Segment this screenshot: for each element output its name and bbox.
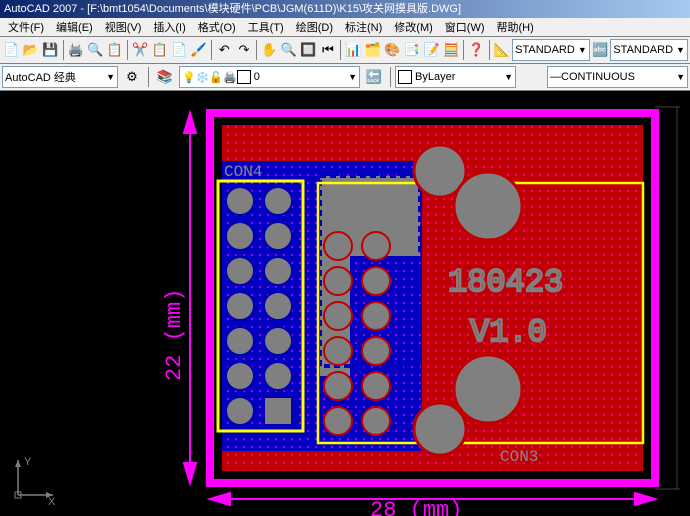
- ucs-icon: Y X: [8, 455, 58, 508]
- layer-combo[interactable]: 💡❄️🔓🖨️0 ▼: [179, 66, 360, 88]
- zoom-window-icon[interactable]: 🔲: [299, 38, 318, 62]
- linetype-combo[interactable]: — CONTINUOUS▼: [547, 66, 688, 88]
- chevron-down-icon: ▼: [578, 45, 587, 55]
- menu-format[interactable]: 格式(O): [192, 17, 242, 37]
- preview-icon[interactable]: 🔍: [86, 38, 105, 62]
- print-icon[interactable]: 🖨️: [66, 38, 85, 62]
- con3-label: CON3: [500, 448, 538, 466]
- chevron-down-icon: ▼: [676, 72, 685, 82]
- dimstyle-icon[interactable]: 📐: [493, 38, 512, 62]
- chevron-down-icon: ▼: [504, 72, 513, 82]
- save-icon[interactable]: 💾: [41, 38, 60, 62]
- menu-window[interactable]: 窗口(W): [439, 17, 491, 37]
- separator: [489, 40, 490, 60]
- menu-help[interactable]: 帮助(H): [491, 17, 540, 37]
- separator: [148, 67, 149, 87]
- copy-icon[interactable]: 📋: [151, 38, 170, 62]
- toolbar-layers: AutoCAD 经典▼ ⚙ 📚 💡❄️🔓🖨️0 ▼ 🔙 ByLayer▼ — C…: [0, 64, 690, 91]
- separator: [127, 40, 128, 60]
- menu-file[interactable]: 文件(F): [2, 17, 50, 37]
- design-center-icon[interactable]: 🗂️: [364, 38, 383, 62]
- cut-icon[interactable]: ✂️: [131, 38, 150, 62]
- undo-icon[interactable]: ↶: [215, 38, 234, 62]
- menu-tools[interactable]: 工具(T): [242, 17, 290, 37]
- open-icon[interactable]: 📂: [22, 38, 41, 62]
- text-style-combo[interactable]: STANDARD▼: [610, 39, 688, 61]
- menu-bar: 文件(F) 编辑(E) 视图(V) 插入(I) 格式(O) 工具(T) 绘图(D…: [0, 18, 690, 37]
- menu-dimension[interactable]: 标注(N): [339, 17, 388, 37]
- redo-icon[interactable]: ↷: [235, 38, 254, 62]
- pan-icon[interactable]: ✋: [260, 38, 279, 62]
- chevron-down-icon: ▼: [676, 45, 685, 55]
- color-combo[interactable]: ByLayer▼: [395, 66, 516, 88]
- menu-edit[interactable]: 编辑(E): [50, 17, 99, 37]
- con4-label: CON4: [224, 163, 262, 181]
- separator: [256, 40, 257, 60]
- chevron-down-icon: ▼: [106, 72, 115, 82]
- zoom-icon[interactable]: 🔍: [280, 38, 299, 62]
- dim-height-text: 22 (mm): [162, 289, 187, 381]
- svg-text:Y: Y: [24, 456, 32, 468]
- zoom-prev-icon[interactable]: ⏮: [319, 38, 338, 62]
- pcb-drawing: CON4 CON3 180423 V1.0 22 (mm): [0, 91, 690, 516]
- publish-icon[interactable]: 📋: [106, 38, 125, 62]
- tool-palette-icon[interactable]: 🎨: [383, 38, 402, 62]
- separator: [63, 40, 64, 60]
- sheet-set-icon[interactable]: 📑: [403, 38, 422, 62]
- app-title: AutoCAD 2007 - [F:\bmt1054\Documents\模块硬…: [4, 3, 461, 15]
- chevron-down-icon: ▼: [348, 72, 357, 82]
- menu-modify[interactable]: 修改(M): [388, 17, 439, 37]
- silk-date: 180423: [448, 264, 563, 301]
- workspace-combo[interactable]: AutoCAD 经典▼: [2, 66, 118, 88]
- separator: [390, 67, 391, 87]
- layer-prev-icon[interactable]: 🔙: [362, 65, 386, 89]
- properties-icon[interactable]: 📊: [344, 38, 363, 62]
- toolbar-standard: 📄 📂 💾 🖨️ 🔍 📋 ✂️ 📋 📄 🖌️ ↶ ↷ ✋ 🔍 🔲 ⏮ 📊 🗂️ …: [0, 37, 690, 64]
- paste-icon[interactable]: 📄: [170, 38, 189, 62]
- separator: [211, 40, 212, 60]
- calc-icon[interactable]: 🧮: [442, 38, 461, 62]
- layer-manager-icon[interactable]: 📚: [153, 65, 177, 89]
- match-icon[interactable]: 🖌️: [190, 38, 209, 62]
- menu-view[interactable]: 视图(V): [99, 17, 148, 37]
- separator: [340, 40, 341, 60]
- separator: [463, 40, 464, 60]
- help-icon[interactable]: ❓: [467, 38, 486, 62]
- silk-version: V1.0: [470, 314, 547, 351]
- dim-width-text: 28 (mm): [370, 498, 462, 516]
- svg-text:X: X: [48, 496, 56, 505]
- textstyle-icon[interactable]: 🔤: [591, 38, 610, 62]
- new-icon[interactable]: 📄: [2, 38, 21, 62]
- menu-draw[interactable]: 绘图(D): [290, 17, 339, 37]
- menu-insert[interactable]: 插入(I): [147, 17, 191, 37]
- drawing-canvas[interactable]: CON4 CON3 180423 V1.0 22 (mm): [0, 91, 690, 516]
- dim-style-combo[interactable]: STANDARD▼: [512, 39, 590, 61]
- workspace-settings-icon[interactable]: ⚙: [120, 65, 144, 89]
- title-bar: AutoCAD 2007 - [F:\bmt1054\Documents\模块硬…: [0, 0, 690, 18]
- markup-icon[interactable]: 📝: [422, 38, 441, 62]
